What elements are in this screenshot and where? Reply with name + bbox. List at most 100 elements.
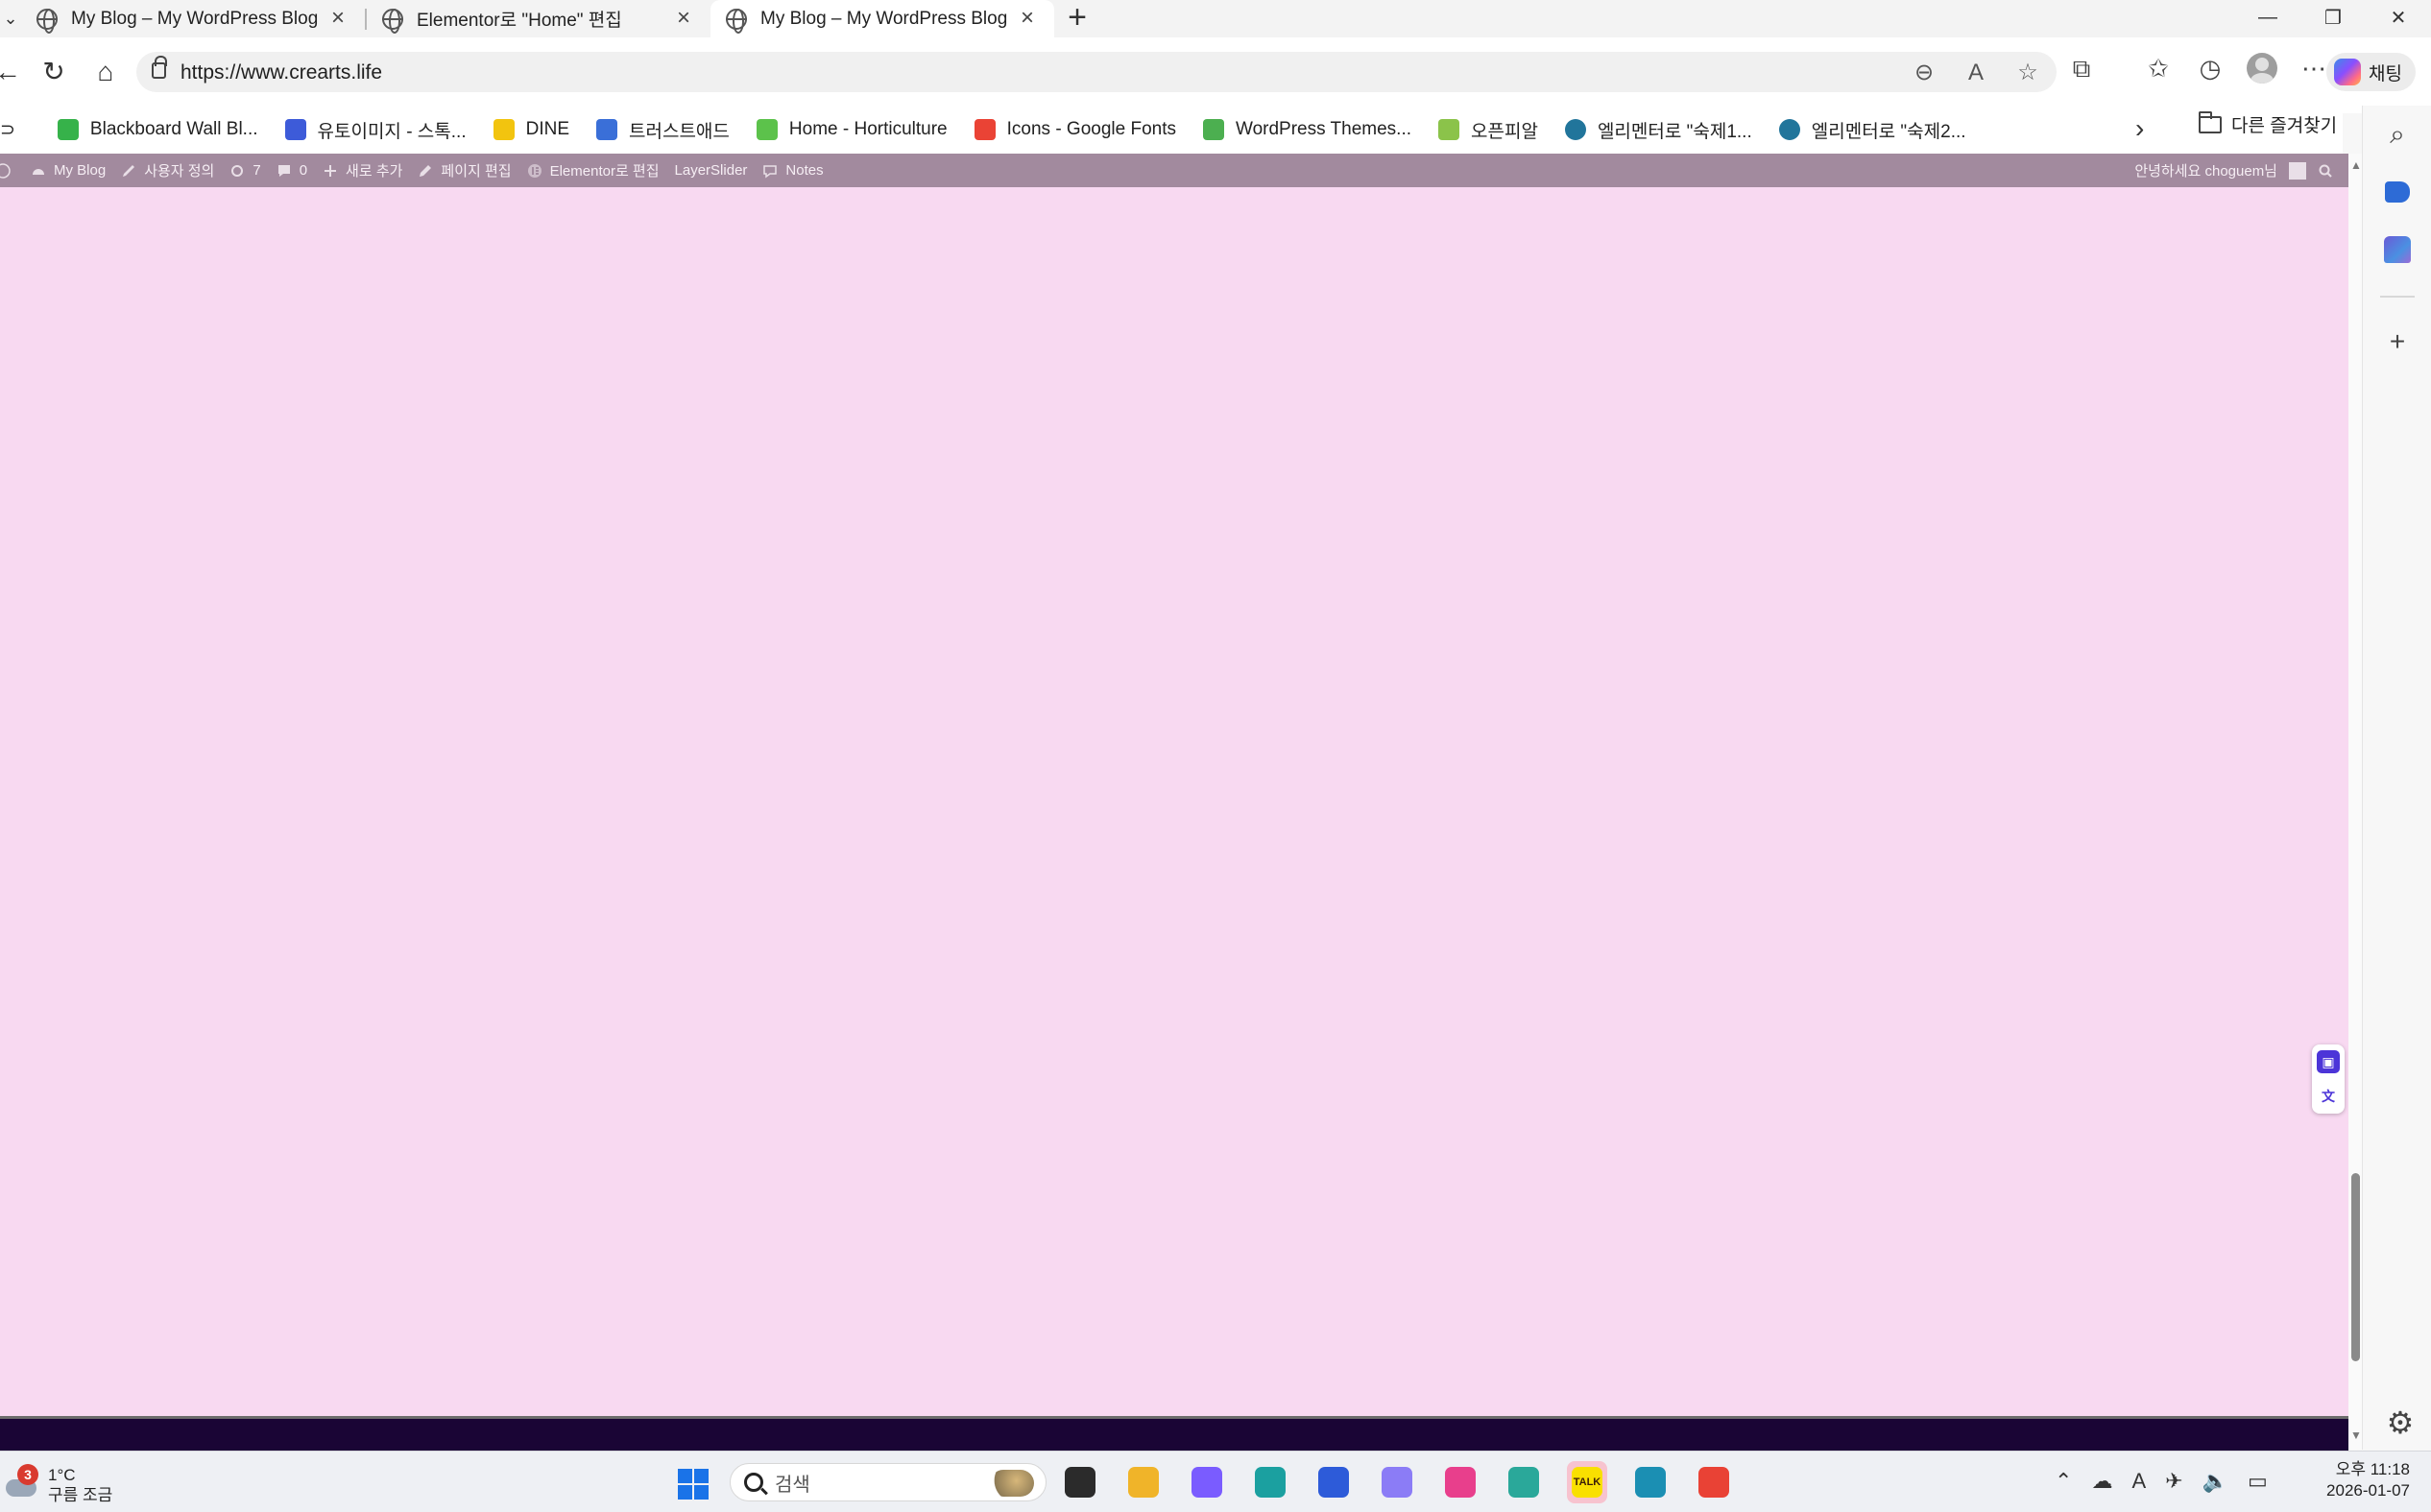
wp-greeting[interactable]: 안녕하세요 choguem님 bbox=[2134, 160, 2277, 180]
favorites-icon[interactable]: ✩ bbox=[2143, 51, 2174, 85]
globe-icon bbox=[726, 8, 747, 34]
app-tile bbox=[1318, 1467, 1349, 1498]
task-view-icon[interactable] bbox=[1060, 1461, 1100, 1503]
sidebar-add-icon[interactable]: + bbox=[2382, 326, 2413, 357]
windows-start-icon[interactable] bbox=[678, 1469, 709, 1500]
volume-icon[interactable]: 🔈 bbox=[2202, 1469, 2228, 1494]
wp-item-label: Notes bbox=[785, 162, 824, 179]
app-pink-icon[interactable] bbox=[1440, 1461, 1480, 1503]
clock-date: 2026-01-07 bbox=[2326, 1481, 2410, 1500]
edge-icon[interactable] bbox=[1250, 1461, 1290, 1503]
restore-icon[interactable]: ❐ bbox=[2300, 0, 2366, 35]
wp-item-label: My Blog bbox=[54, 162, 107, 179]
chess-icon[interactable] bbox=[2382, 234, 2413, 265]
bookmark-label: 트러스트애드 bbox=[629, 121, 730, 142]
onedrive-off-icon[interactable]: ☁ bbox=[2091, 1469, 2112, 1494]
new-tab-button[interactable]: + bbox=[1054, 0, 1100, 37]
wp-logo-icon[interactable] bbox=[0, 154, 23, 187]
chrome-icon[interactable] bbox=[1694, 1461, 1734, 1503]
copilot-icon bbox=[2334, 59, 2362, 85]
bookmarks-overflow-icon[interactable]: ⊃ bbox=[0, 112, 44, 147]
taskbar-search[interactable]: 검색 bbox=[730, 1463, 1047, 1501]
sidebar-settings-gear-icon[interactable]: ⚙ bbox=[2383, 1405, 2418, 1440]
store-icon[interactable] bbox=[1313, 1461, 1354, 1503]
shopping-tag-icon[interactable] bbox=[2382, 177, 2413, 207]
app-purple-icon[interactable] bbox=[1377, 1461, 1417, 1503]
taskbar-clock[interactable]: 오후 11:18 2026-01-07 bbox=[2326, 1459, 2410, 1501]
lock-icon[interactable] bbox=[152, 56, 167, 79]
bookmark-item[interactable]: 오픈피알 bbox=[1425, 112, 1552, 147]
ime-icon[interactable]: A bbox=[2131, 1469, 2146, 1494]
bookmark-item[interactable]: 엘리멘터로 "숙제2... bbox=[1766, 112, 1980, 147]
more-menu-icon[interactable]: ⋯ bbox=[2299, 51, 2329, 85]
history-icon[interactable]: ◷ bbox=[2195, 51, 2226, 85]
bookmarks-more-chevron-icon[interactable]: › bbox=[2135, 113, 2144, 144]
app-teal-icon[interactable] bbox=[1504, 1461, 1544, 1503]
wp-comments[interactable]: 0 bbox=[269, 154, 315, 187]
browser-tab-1[interactable]: My Blog – My WordPress Blog × bbox=[21, 0, 365, 37]
close-tab-icon[interactable]: × bbox=[672, 6, 695, 31]
url-text[interactable]: https://www.crearts.life bbox=[181, 61, 382, 84]
browser-tab-3-active[interactable]: My Blog – My WordPress Blog × bbox=[710, 0, 1054, 37]
favorite-star-icon[interactable]: ☆ bbox=[2014, 60, 2041, 86]
scroll-up-arrow-icon[interactable]: ▲ bbox=[2350, 158, 2362, 172]
wp-new-content[interactable]: 새로 추가 bbox=[315, 154, 410, 187]
scrollbar-thumb[interactable] bbox=[2351, 1173, 2360, 1361]
bookmark-item[interactable]: Icons - Google Fonts bbox=[961, 112, 1190, 147]
copilot-chat-button[interactable]: 채팅 bbox=[2326, 53, 2416, 91]
file-explorer-icon[interactable] bbox=[1123, 1461, 1164, 1503]
other-favorites-folder[interactable]: 다른 즐겨찾기 bbox=[2199, 110, 2337, 137]
bookmark-item[interactable]: Home - Horticulture bbox=[743, 112, 961, 147]
address-bar[interactable]: https://www.crearts.life ⊖ A ☆ bbox=[136, 52, 2057, 92]
wp-layerslider[interactable]: LayerSlider bbox=[667, 154, 756, 187]
bookmark-item[interactable]: WordPress Themes... bbox=[1190, 112, 1425, 147]
kakaotalk-icon[interactable]: TALK bbox=[1567, 1461, 1607, 1503]
close-tab-icon[interactable]: × bbox=[1016, 6, 1039, 31]
tab-actions-chevron-icon[interactable]: ⌄ bbox=[0, 0, 21, 37]
bookmark-favicon bbox=[1438, 119, 1460, 140]
refresh-icon[interactable]: ↻ bbox=[36, 55, 71, 89]
bookmark-favicon bbox=[974, 119, 996, 140]
wordpress-favicon bbox=[1778, 119, 1800, 140]
home-icon[interactable]: ⌂ bbox=[88, 55, 123, 89]
sidebar-search-icon[interactable]: ⌕ bbox=[2382, 119, 2413, 150]
app-tile bbox=[1635, 1467, 1666, 1498]
wp-notes[interactable]: Notes bbox=[755, 154, 830, 187]
battery-icon[interactable]: ▭ bbox=[2248, 1469, 2268, 1494]
chat-widget-icon[interactable]: ▣ bbox=[2317, 1050, 2340, 1073]
close-tab-icon[interactable]: × bbox=[326, 6, 349, 31]
wp-customize[interactable]: 사용자 정의 bbox=[113, 154, 222, 187]
minimize-icon[interactable]: — bbox=[2235, 0, 2300, 35]
bookmark-item[interactable]: DINE bbox=[480, 112, 583, 147]
search-icon[interactable] bbox=[2318, 163, 2333, 179]
app-c-icon[interactable] bbox=[1630, 1461, 1671, 1503]
weather-widget[interactable]: 3 1°C 구름 조금 bbox=[4, 1464, 112, 1505]
tab-title: Elementor로 "Home" 편집 bbox=[417, 11, 622, 31]
app-tile bbox=[1445, 1467, 1476, 1498]
zoom-out-icon[interactable]: ⊖ bbox=[1911, 60, 1938, 86]
bookmark-label: Icons - Google Fonts bbox=[1006, 119, 1176, 139]
back-icon[interactable]: ← bbox=[0, 55, 25, 89]
translate-icon[interactable]: 文 bbox=[2317, 1085, 2340, 1108]
copilot-icon[interactable] bbox=[1187, 1461, 1227, 1503]
extensions-icon[interactable]: ⧉ bbox=[2066, 51, 2097, 85]
wp-elementor-edit[interactable]: Elementor로 편집 bbox=[519, 154, 667, 187]
close-window-icon[interactable]: ✕ bbox=[2366, 0, 2431, 35]
read-aloud-icon[interactable]: A bbox=[1962, 60, 1989, 86]
browser-tab-2[interactable]: Elementor로 "Home" 편집 × bbox=[367, 0, 710, 37]
wp-edit-page[interactable]: 페이지 편집 bbox=[410, 154, 518, 187]
taskbar-search-placeholder: 검색 bbox=[775, 1474, 810, 1496]
bookmark-item[interactable]: 유토이미지 - 스톡... bbox=[272, 112, 480, 147]
wp-site-name[interactable]: My Blog bbox=[23, 154, 113, 187]
bookmark-item[interactable]: Blackboard Wall Bl... bbox=[44, 112, 272, 147]
bookmark-favicon bbox=[284, 119, 306, 140]
wp-user-avatar[interactable] bbox=[2289, 161, 2306, 180]
scroll-down-arrow-icon[interactable]: ▼ bbox=[2350, 1428, 2362, 1442]
wp-updates[interactable]: 7 bbox=[222, 154, 268, 187]
tray-overflow-chevron-icon[interactable]: ⌃ bbox=[2055, 1469, 2072, 1494]
bookmark-item[interactable]: 엘리멘터로 "숙제1... bbox=[1552, 112, 1766, 147]
profile-avatar-icon[interactable] bbox=[2247, 53, 2277, 84]
bookmark-item[interactable]: 트러스트애드 bbox=[583, 112, 743, 147]
wordpress-favicon bbox=[1564, 119, 1586, 140]
network-icon[interactable]: ✈ bbox=[2165, 1469, 2182, 1494]
